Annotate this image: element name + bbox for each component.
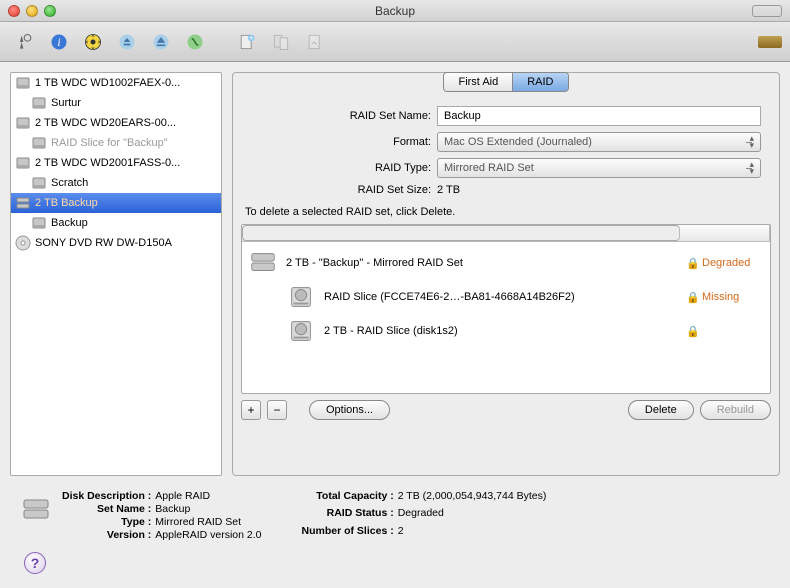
raid-icon bbox=[15, 195, 31, 211]
format-label: Format: bbox=[251, 136, 431, 148]
sidebar-item[interactable]: 2 TB WDC WD2001FASS-0... bbox=[11, 153, 221, 173]
verify-icon[interactable] bbox=[10, 28, 40, 56]
enable-journaling-icon[interactable] bbox=[180, 28, 210, 56]
resize-icon[interactable] bbox=[300, 28, 330, 56]
raid-type-label: RAID Type: bbox=[251, 162, 431, 174]
hdd-icon bbox=[15, 115, 31, 131]
eject-icon[interactable] bbox=[146, 28, 176, 56]
slices-value: 2 bbox=[398, 525, 547, 541]
raid-type-select[interactable]: Mirrored RAID Set▴▾ bbox=[437, 158, 761, 178]
sidebar-item[interactable]: Surtur bbox=[11, 93, 221, 113]
disk-icon bbox=[248, 248, 278, 278]
sidebar-item-label: 2 TB WDC WD2001FASS-0... bbox=[35, 157, 180, 169]
sidebar-item[interactable]: Scratch bbox=[11, 173, 221, 193]
raid-name-input[interactable] bbox=[437, 106, 761, 126]
raid-members-list[interactable]: 2 TB - "Backup" - Mirrored RAID Set🔒Degr… bbox=[241, 224, 771, 394]
raid-member-row[interactable]: 2 TB - RAID Slice (disk1s2)🔒 bbox=[242, 314, 770, 348]
sidebar-item[interactable]: RAID Slice for "Backup" bbox=[11, 133, 221, 153]
unmount-icon[interactable] bbox=[112, 28, 142, 56]
hdd-icon bbox=[15, 75, 31, 91]
burn-icon[interactable] bbox=[78, 28, 108, 56]
hdd-icon bbox=[31, 135, 47, 151]
raid-type-value: Mirrored RAID Set bbox=[444, 162, 534, 174]
raid-member-label: 2 TB - "Backup" - Mirrored RAID Set bbox=[286, 257, 684, 269]
log-icon[interactable] bbox=[758, 36, 782, 48]
options-button[interactable]: Options... bbox=[309, 400, 390, 420]
sidebar-item-label: Scratch bbox=[51, 177, 88, 189]
titlebar: Backup bbox=[0, 0, 790, 22]
raid-member-status: Degraded bbox=[702, 257, 764, 269]
add-button[interactable]: + bbox=[241, 400, 261, 420]
help-button[interactable]: ? bbox=[24, 552, 46, 574]
sidebar-item[interactable]: 2 TB Backup bbox=[11, 193, 221, 213]
toolbar-toggle-button[interactable] bbox=[752, 5, 782, 17]
sidebar-item-label: 2 TB WDC WD20EARS-00... bbox=[35, 117, 176, 129]
lock-icon: 🔒 bbox=[684, 325, 702, 338]
hdd-icon bbox=[31, 215, 47, 231]
tab-bar: First Aid RAID bbox=[443, 72, 568, 92]
version-value: AppleRAID version 2.0 bbox=[155, 529, 261, 541]
hint-text: To delete a selected RAID set, click Del… bbox=[241, 202, 771, 224]
hdd-icon bbox=[31, 95, 47, 111]
lock-icon: 🔒 bbox=[684, 257, 702, 270]
set-name-label: Set Name bbox=[62, 503, 151, 515]
sidebar-item[interactable]: 2 TB WDC WD20EARS-00... bbox=[11, 113, 221, 133]
sidebar-item-label: 1 TB WDC WD1002FAEX-0... bbox=[35, 77, 180, 89]
convert-icon[interactable] bbox=[266, 28, 296, 56]
info-icon[interactable]: i bbox=[44, 28, 74, 56]
toolbar: i + bbox=[0, 22, 790, 62]
set-name-value: Backup bbox=[155, 503, 261, 515]
raid-size-value: 2 TB bbox=[437, 184, 761, 196]
sidebar-item[interactable]: Backup bbox=[11, 213, 221, 233]
raid-member-label: 2 TB - RAID Slice (disk1s2) bbox=[324, 325, 684, 337]
disk-icon bbox=[286, 282, 316, 312]
type-label: Type bbox=[62, 516, 151, 528]
svg-text:+: + bbox=[249, 32, 254, 42]
raid-status-label: RAID Status bbox=[302, 507, 394, 523]
sidebar-item-label: 2 TB Backup bbox=[35, 197, 98, 209]
optical-icon bbox=[15, 235, 31, 251]
raid-status-value: Degraded bbox=[398, 507, 547, 523]
capacity-label: Total Capacity bbox=[302, 490, 394, 506]
footer-disk-icon bbox=[20, 494, 52, 526]
sidebar-item-label: Backup bbox=[51, 217, 88, 229]
sidebar-item-label: RAID Slice for "Backup" bbox=[51, 137, 168, 149]
sidebar-item[interactable]: SONY DVD RW DW-D150A bbox=[11, 233, 221, 253]
sidebar-item-label: SONY DVD RW DW-D150A bbox=[35, 237, 172, 249]
hdd-icon bbox=[31, 175, 47, 191]
tab-first-aid[interactable]: First Aid bbox=[444, 73, 513, 91]
lock-icon: 🔒 bbox=[684, 291, 702, 304]
sidebar-item[interactable]: 1 TB WDC WD1002FAEX-0... bbox=[11, 73, 221, 93]
version-label: Version bbox=[62, 529, 151, 541]
remove-button[interactable]: − bbox=[267, 400, 287, 420]
tab-raid[interactable]: RAID bbox=[513, 73, 567, 91]
delete-button[interactable]: Delete bbox=[628, 400, 694, 420]
toolbar-separator bbox=[214, 28, 228, 56]
format-select[interactable]: Mac OS Extended (Journaled)▴▾ bbox=[437, 132, 761, 152]
rebuild-button[interactable]: Rebuild bbox=[700, 400, 771, 420]
new-image-icon[interactable]: + bbox=[232, 28, 262, 56]
window-title: Backup bbox=[0, 4, 790, 18]
slices-label: Number of Slices bbox=[302, 525, 394, 541]
disk-description-label: Disk Description bbox=[62, 490, 151, 502]
raid-member-label: RAID Slice (FCCE74E6-2…-BA81-4668A14B26F… bbox=[324, 291, 684, 303]
sidebar-item-label: Surtur bbox=[51, 97, 81, 109]
capacity-value: 2 TB (2,000,054,943,744 Bytes) bbox=[398, 490, 547, 506]
format-value: Mac OS Extended (Journaled) bbox=[444, 136, 592, 148]
raid-member-row[interactable]: RAID Slice (FCCE74E6-2…-BA81-4668A14B26F… bbox=[242, 280, 770, 314]
main-panel: First Aid RAID RAID Set Name: Format: Ma… bbox=[232, 72, 780, 476]
type-value: Mirrored RAID Set bbox=[155, 516, 261, 528]
raid-size-label: RAID Set Size: bbox=[251, 184, 431, 196]
raid-member-row[interactable]: 2 TB - "Backup" - Mirrored RAID Set🔒Degr… bbox=[242, 246, 770, 280]
list-header bbox=[242, 225, 770, 242]
footer-info: Disk Description Apple RAID Set Name Bac… bbox=[0, 482, 790, 547]
disk-sidebar[interactable]: 1 TB WDC WD1002FAEX-0... Surtur 2 TB WDC W… bbox=[10, 72, 222, 476]
raid-name-label: RAID Set Name: bbox=[251, 110, 431, 122]
hdd-icon bbox=[15, 155, 31, 171]
raid-member-status: Missing bbox=[702, 291, 764, 303]
svg-text:i: i bbox=[57, 36, 60, 49]
disk-icon bbox=[286, 316, 316, 346]
disk-description-value: Apple RAID bbox=[155, 490, 261, 502]
